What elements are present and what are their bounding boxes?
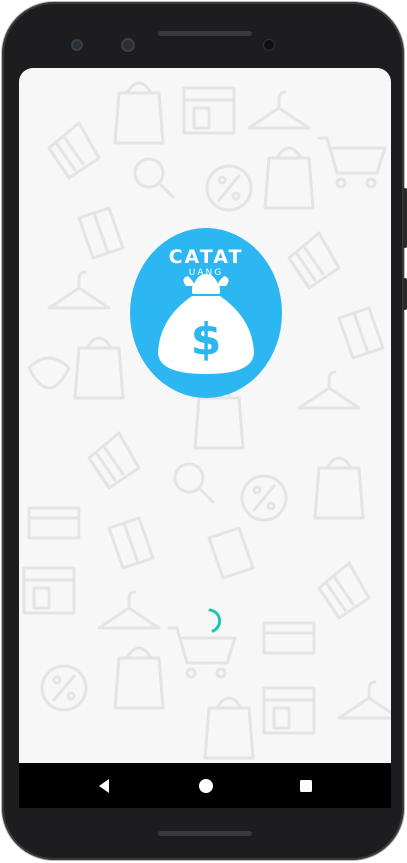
power-button [403, 188, 407, 248]
logo-dollar-sign: $ [190, 314, 222, 365]
app-logo: CATAT UANG $ [130, 228, 282, 398]
loading-spinner-icon [208, 608, 222, 633]
logo-subtitle: UANG [188, 268, 224, 278]
bottom-speaker [158, 831, 252, 836]
logo-title: CATAT [168, 246, 244, 268]
front-camera-secondary-icon [118, 35, 138, 55]
volume-button [403, 278, 407, 310]
home-circle-icon [199, 778, 213, 793]
proximity-sensor [264, 40, 274, 50]
home-button[interactable] [191, 763, 221, 808]
back-button[interactable] [89, 763, 119, 808]
app-screen: CATAT UANG $ [19, 68, 391, 808]
phone-frame: CATAT UANG $ [2, 2, 407, 860]
background-pattern [22, 81, 391, 760]
front-camera-icon [68, 36, 86, 54]
back-triangle-icon [99, 778, 109, 793]
earpiece-speaker [158, 31, 252, 36]
recents-square-icon [300, 779, 312, 792]
system-navigation-bar [19, 763, 391, 808]
recents-button[interactable] [291, 763, 321, 808]
